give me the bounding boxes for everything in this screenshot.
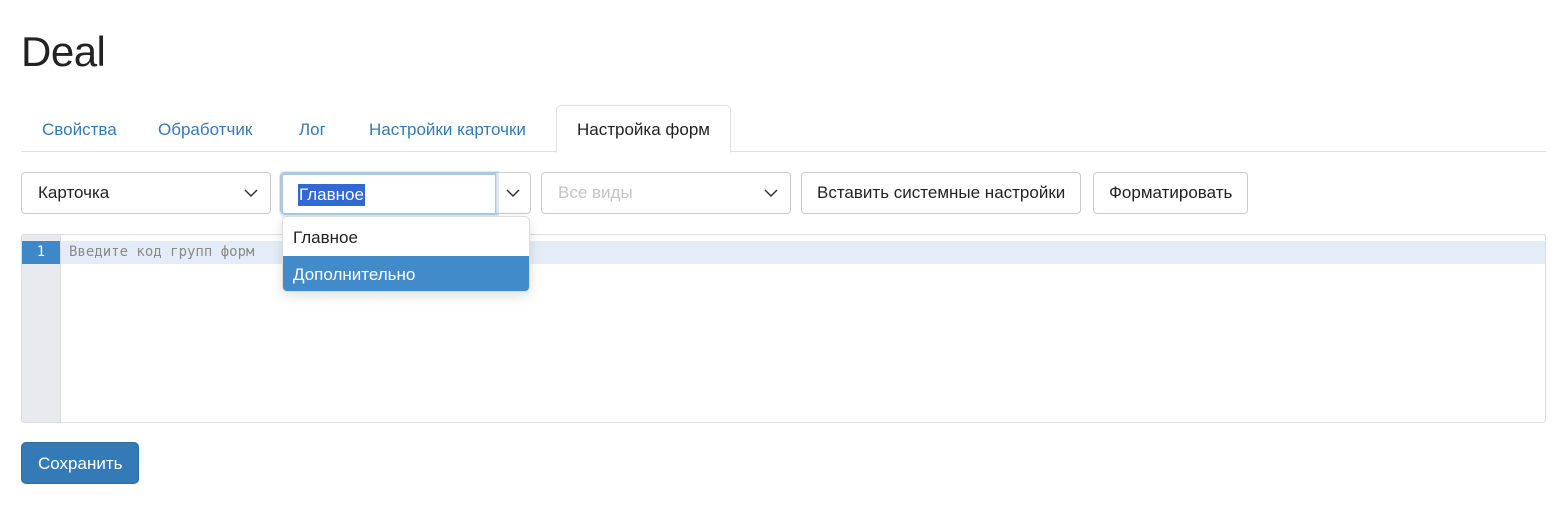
tab-form-settings[interactable]: Настройка форм [556, 105, 731, 153]
page-title: Deal [21, 28, 106, 75]
format-button[interactable]: Форматировать [1093, 172, 1249, 214]
form-group-dropdown: Главное Дополнительно [282, 216, 530, 292]
form-group-combobox[interactable]: Главное [280, 172, 531, 215]
dropdown-option-additional[interactable]: Дополнительно [283, 256, 529, 291]
chevron-down-icon [505, 185, 521, 201]
code-editor[interactable]: 1 Введите код групп форм [21, 234, 1546, 423]
view-select-placeholder: Все виды [558, 183, 633, 202]
dropdown-option-main[interactable]: Главное [283, 219, 529, 256]
chevron-down-icon [763, 185, 779, 201]
tab-handler[interactable]: Обработчик [158, 105, 252, 152]
save-button[interactable]: Сохранить [21, 442, 140, 484]
chevron-down-icon [243, 185, 259, 201]
tab-properties[interactable]: Свойства [42, 105, 117, 152]
tab-bar: Свойства Обработчик Лог Настройки карточ… [21, 105, 1546, 153]
card-type-select[interactable]: Карточка [21, 172, 271, 214]
form-group-value: Главное [298, 184, 365, 206]
form-group-input[interactable]: Главное [281, 173, 497, 215]
tab-log[interactable]: Лог [299, 105, 326, 152]
tab-card-settings[interactable]: Настройки карточки [369, 105, 526, 152]
view-select[interactable]: Все виды [541, 172, 791, 214]
insert-system-settings-button[interactable]: Вставить системные настройки [801, 172, 1082, 214]
editor-placeholder: Введите код групп форм [69, 244, 255, 260]
line-number: 1 [22, 241, 60, 264]
card-type-value: Карточка [38, 183, 110, 202]
form-group-toggle[interactable] [496, 173, 530, 213]
